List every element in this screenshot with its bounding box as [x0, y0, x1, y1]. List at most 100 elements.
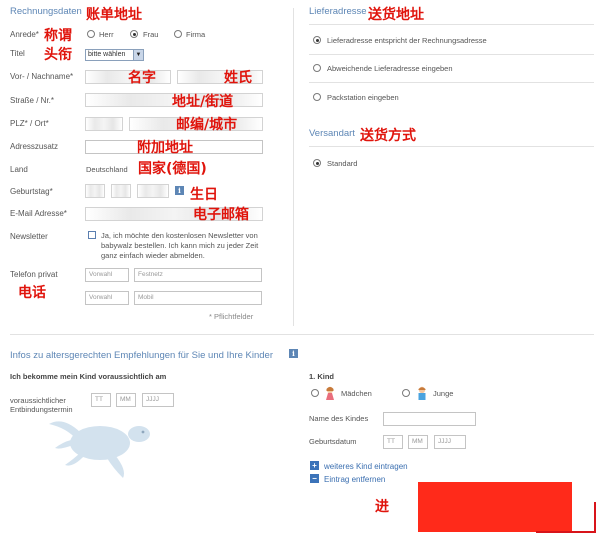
- title-label: Titel: [10, 49, 25, 58]
- due-date-month-input[interactable]: MM: [116, 393, 136, 407]
- lastname-annotation: 姓氏: [224, 70, 252, 86]
- phone-landline-prefix-input[interactable]: Vorwahl: [85, 268, 129, 282]
- required-fields-note: * Pflichtfelder: [209, 312, 254, 321]
- title-select-value: bitte wählen: [88, 51, 126, 58]
- child-birth-day-input[interactable]: TT: [383, 435, 403, 449]
- plus-icon[interactable]: +: [310, 461, 319, 470]
- due-date-label-1: voraussichtlicher: [10, 396, 66, 405]
- birthday-year-input[interactable]: [137, 184, 169, 198]
- child-birth-month-placeholder: MM: [412, 438, 423, 445]
- child-birth-day-placeholder: TT: [387, 438, 395, 445]
- billing-title-annotation: 账单地址: [86, 7, 142, 23]
- zip-city-label: PLZ* / Ort*: [10, 119, 49, 128]
- due-date-day-input[interactable]: TT: [91, 393, 111, 407]
- salutation-radio-herr[interactable]: [87, 30, 95, 38]
- phone-annotation: 电话: [18, 285, 46, 301]
- shipping-radio-standard[interactable]: [313, 159, 321, 167]
- recommendations-top-divider: [10, 334, 594, 335]
- zip-city-annotation: 邮编/城市: [176, 117, 238, 133]
- birthday-month-input[interactable]: [111, 184, 131, 198]
- address-addition-annotation: 附加地址: [137, 140, 193, 156]
- billing-section-title: Rechnungsdaten: [10, 6, 82, 17]
- address-addition-label: Adresszusatz: [10, 142, 59, 151]
- gender-option-girl[interactable]: Mädchen: [341, 389, 372, 398]
- phone-label: Telefon privat: [10, 270, 58, 279]
- due-date-year-input[interactable]: JJJJ: [142, 393, 174, 407]
- delivery-option-divider-1: [309, 54, 594, 55]
- zip-input[interactable]: [85, 117, 123, 131]
- phone-mobile-prefix-placeholder: Vorwahl: [89, 294, 113, 301]
- gender-option-boy[interactable]: Junge: [433, 389, 453, 398]
- remove-entry-link[interactable]: Eintrag entfernen: [324, 475, 385, 484]
- firstname-annotation: 名字: [128, 70, 156, 86]
- birthday-label: Geburtstag*: [10, 187, 53, 196]
- info-icon[interactable]: i: [175, 186, 184, 195]
- shipping-section-title: Versandart: [309, 128, 355, 139]
- delivery-title-underline: [309, 24, 594, 25]
- child-birth-label: Geburtsdatum: [309, 437, 357, 446]
- child-birth-month-input[interactable]: MM: [408, 435, 428, 449]
- due-date-day-placeholder: TT: [95, 396, 103, 403]
- child-birth-year-placeholder: JJJJ: [438, 438, 451, 445]
- expect-child-text: Ich bekomme mein Kind voraussichtlich am: [10, 372, 167, 381]
- delivery-radio-same[interactable]: [313, 36, 321, 44]
- salutation-option-herr[interactable]: Herr: [99, 30, 114, 39]
- birthday-annotation: 生日: [190, 187, 218, 203]
- salutation-radio-firma[interactable]: [174, 30, 182, 38]
- chevron-down-icon: ▼: [133, 50, 143, 60]
- delivery-radio-different[interactable]: [313, 64, 321, 72]
- newsletter-text-line1: Ja, ich möchte den kostenlosen Newslette…: [101, 231, 258, 240]
- due-date-year-placeholder: JJJJ: [146, 396, 159, 403]
- child-name-label: Name des Kindes: [309, 414, 369, 423]
- name-label: Vor- / Nachname*: [10, 72, 74, 81]
- birthday-day-input[interactable]: [85, 184, 105, 198]
- phone-mobile-prefix-input[interactable]: Vorwahl: [85, 291, 129, 305]
- gender-radio-girl[interactable]: [311, 389, 319, 397]
- continue-annotation: 进: [375, 499, 389, 515]
- recommendations-info-icon[interactable]: i: [289, 349, 298, 358]
- title-select[interactable]: bitte wählen ▼: [85, 49, 144, 61]
- newsletter-text-line2: babywalz bestellen. Ich kann mich zu jed…: [101, 241, 259, 250]
- salutation-annotation: 称谓: [44, 28, 72, 44]
- phone-landline-number-input[interactable]: Festnetz: [134, 268, 262, 282]
- street-annotation: 地址/街道: [172, 94, 234, 110]
- phone-landline-prefix-placeholder: Vorwahl: [89, 271, 113, 278]
- delivery-option-divider-2: [309, 82, 594, 83]
- due-date-month-placeholder: MM: [120, 396, 131, 403]
- newsletter-text-line3: ganz einfach wieder abmelden.: [101, 251, 205, 260]
- delivery-radio-packstation[interactable]: [313, 93, 321, 101]
- email-label: E-Mail Adresse*: [10, 209, 67, 218]
- shipping-title-underline: [309, 146, 594, 147]
- gender-radio-boy[interactable]: [402, 389, 410, 397]
- email-annotation: 电子邮箱: [193, 207, 249, 223]
- salutation-option-frau[interactable]: Frau: [143, 30, 158, 39]
- child-heading: 1. Kind: [309, 372, 335, 381]
- minus-icon[interactable]: −: [310, 474, 319, 483]
- country-label: Land: [10, 165, 28, 174]
- column-divider: [293, 8, 294, 326]
- delivery-title-annotation: 送货地址: [368, 7, 424, 23]
- delivery-option-packstation[interactable]: Packstation eingeben: [327, 93, 399, 102]
- continue-button-outline: [536, 502, 596, 533]
- salutation-radio-frau[interactable]: [130, 30, 138, 38]
- boy-icon: [418, 386, 426, 400]
- child-birth-year-input[interactable]: JJJJ: [434, 435, 466, 449]
- country-value: Deutschland: [86, 165, 128, 174]
- delivery-option-different[interactable]: Abweichende Lieferadresse eingeben: [327, 64, 453, 73]
- shipping-option-standard[interactable]: Standard: [327, 159, 357, 168]
- salutation-label: Anrede*: [10, 30, 39, 39]
- shipping-title-annotation: 送货方式: [360, 128, 416, 144]
- delivery-option-same[interactable]: Lieferadresse entspricht der Rechnungsad…: [327, 36, 487, 45]
- add-child-link[interactable]: weiteres Kind eintragen: [324, 462, 408, 471]
- newsletter-checkbox[interactable]: [88, 231, 96, 239]
- title-annotation: 头衔: [44, 47, 72, 63]
- phone-landline-number-placeholder: Festnetz: [138, 271, 163, 278]
- phone-mobile-number-placeholder: Mobil: [138, 294, 154, 301]
- salutation-option-firma[interactable]: Firma: [186, 30, 205, 39]
- country-annotation: 国家(德国): [138, 161, 207, 177]
- child-name-input[interactable]: [383, 412, 476, 426]
- recommendations-title: Infos zu altersgerechten Empfehlungen fü…: [10, 350, 273, 361]
- girl-icon: [326, 386, 334, 400]
- phone-mobile-number-input[interactable]: Mobil: [134, 291, 262, 305]
- turtle-illustration: [49, 421, 150, 478]
